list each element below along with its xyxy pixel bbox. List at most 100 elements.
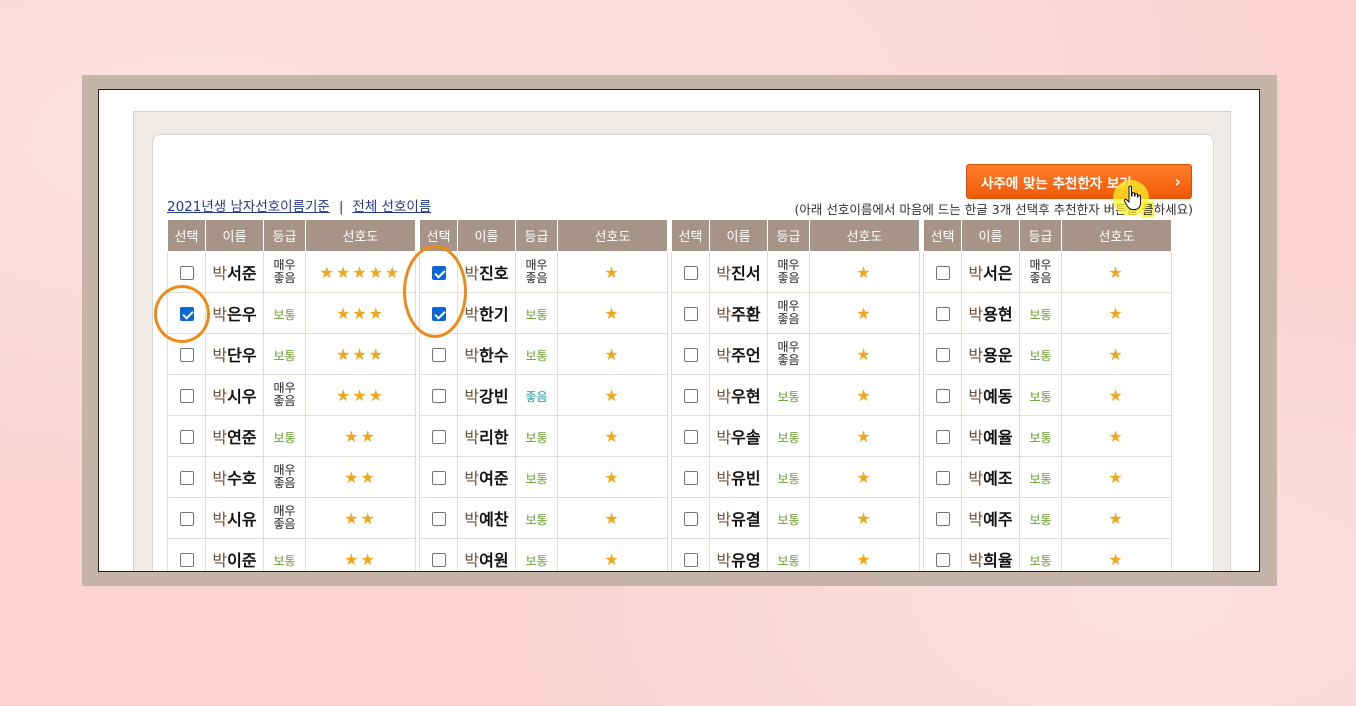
select-checkbox[interactable] <box>683 307 698 321</box>
select-checkbox[interactable] <box>935 553 950 567</box>
grade-label: 보통 <box>525 512 548 527</box>
name-cell: 박희율 <box>961 538 1020 571</box>
grade-label: 보통 <box>1029 512 1052 527</box>
full-name: 박우솔 <box>716 428 760 447</box>
select-checkbox[interactable] <box>935 430 950 444</box>
table-row: 박시우 매우좋음 ★★★ <box>167 374 416 416</box>
given-name: 시유 <box>227 510 257 529</box>
name-table: 선택 이름 등급 선호도 박서은 매우좋음 ★ 박용현 보통 ★ 박용운 보통 ★ 박예동 보통 ★ 박예율 보통… <box>923 219 1172 571</box>
hand-pointer-icon <box>1123 185 1141 210</box>
link-2021-boys[interactable]: 2021년생 남자선호이름기준 <box>167 199 330 215</box>
grade-cell: 좋음 <box>515 374 558 416</box>
select-checkbox[interactable] <box>179 471 194 485</box>
grade-cell: 보통 <box>767 538 810 571</box>
recommend-hanja-button[interactable]: 사주에 맞는 추천한자 보기 › <box>966 164 1192 199</box>
select-cell <box>419 497 458 539</box>
star-rating-icon: ★ <box>604 303 621 323</box>
surname: 박 <box>464 469 480 488</box>
given-name: 주언 <box>731 346 761 365</box>
browser-viewport: 사주에 맞는 추천한자 보기 › 2021년생 남자선호이름기준 | 전체 선호이름… <box>98 89 1260 572</box>
name-cell: 박예주 <box>961 497 1020 539</box>
star-rating-icon: ★ <box>604 549 621 569</box>
select-checkbox[interactable] <box>431 471 446 485</box>
surname: 박 <box>464 264 480 283</box>
preference-cell: ★★ <box>305 456 416 498</box>
preference-cell: ★ <box>557 415 668 457</box>
surname: 박 <box>212 510 228 529</box>
highlight-circle-1 <box>154 285 210 343</box>
select-checkbox[interactable] <box>683 266 698 280</box>
select-cell <box>419 456 458 498</box>
select-checkbox[interactable] <box>935 471 950 485</box>
full-name: 박예찬 <box>464 510 508 529</box>
select-checkbox[interactable] <box>431 389 446 403</box>
chevron-right-icon: › <box>1174 172 1181 191</box>
given-name: 이준 <box>227 551 257 570</box>
select-checkbox[interactable] <box>935 512 950 526</box>
select-cell <box>671 456 710 498</box>
select-checkbox[interactable] <box>935 348 950 362</box>
grade-label: 보통 <box>273 430 296 445</box>
table-row: 박희율 보통 ★ <box>923 538 1172 571</box>
select-cell <box>671 251 710 293</box>
star-rating-icon: ★ <box>856 303 873 323</box>
header-grade: 등급 <box>767 219 810 252</box>
table-row: 박단우 보통 ★★★ <box>167 333 416 375</box>
name-cell: 박유빈 <box>709 456 768 498</box>
select-cell <box>923 251 962 293</box>
preference-cell: ★ <box>809 251 920 293</box>
name-cell: 박용현 <box>961 292 1020 334</box>
surname: 박 <box>464 387 480 406</box>
select-checkbox[interactable] <box>179 266 194 280</box>
preference-cell: ★ <box>557 251 668 293</box>
select-checkbox[interactable] <box>431 430 446 444</box>
select-cell <box>167 374 206 416</box>
star-rating-icon: ★ <box>1108 467 1125 487</box>
full-name: 박유빈 <box>716 469 760 488</box>
header-name: 이름 <box>709 219 768 252</box>
grade-cell: 매우좋음 <box>1019 251 1062 293</box>
grade-label: 매우좋음 <box>273 503 296 531</box>
select-checkbox[interactable] <box>431 348 446 362</box>
name-cell: 박예동 <box>961 374 1020 416</box>
grade-cell: 보통 <box>1019 374 1062 416</box>
select-checkbox[interactable] <box>431 512 446 526</box>
preference-cell: ★★★ <box>305 292 416 334</box>
table-row: 박강빈 좋음 ★ <box>419 374 668 416</box>
star-rating-icon: ★ <box>1108 344 1125 364</box>
select-checkbox[interactable] <box>179 348 194 362</box>
select-checkbox[interactable] <box>179 430 194 444</box>
surname: 박 <box>212 551 228 570</box>
grade-cell: 보통 <box>263 538 306 571</box>
preference-cell: ★ <box>557 333 668 375</box>
select-checkbox[interactable] <box>179 389 194 403</box>
select-cell <box>671 497 710 539</box>
select-checkbox[interactable] <box>179 512 194 526</box>
full-name: 박유결 <box>716 510 760 529</box>
given-name: 유결 <box>731 510 761 529</box>
select-checkbox[interactable] <box>935 307 950 321</box>
grade-label: 보통 <box>777 553 800 568</box>
link-all-names[interactable]: 전체 선호이름 <box>352 199 431 215</box>
select-checkbox[interactable] <box>935 389 950 403</box>
select-checkbox[interactable] <box>683 348 698 362</box>
grade-cell: 보통 <box>1019 333 1062 375</box>
select-checkbox[interactable] <box>683 512 698 526</box>
full-name: 박서준 <box>212 264 256 283</box>
select-checkbox[interactable] <box>935 266 950 280</box>
given-name: 우솔 <box>731 428 761 447</box>
name-cell: 박시우 <box>205 374 264 416</box>
select-checkbox[interactable] <box>431 553 446 567</box>
grade-label: 보통 <box>525 348 548 363</box>
star-rating-icon: ★ <box>604 385 621 405</box>
select-checkbox[interactable] <box>683 553 698 567</box>
select-checkbox[interactable] <box>683 471 698 485</box>
surname: 박 <box>212 264 228 283</box>
full-name: 박여준 <box>464 469 508 488</box>
select-checkbox[interactable] <box>683 389 698 403</box>
select-checkbox[interactable] <box>683 430 698 444</box>
select-checkbox[interactable] <box>179 553 194 567</box>
star-rating-icon: ★★★ <box>335 303 386 323</box>
surname: 박 <box>968 428 984 447</box>
full-name: 박한수 <box>464 346 508 365</box>
